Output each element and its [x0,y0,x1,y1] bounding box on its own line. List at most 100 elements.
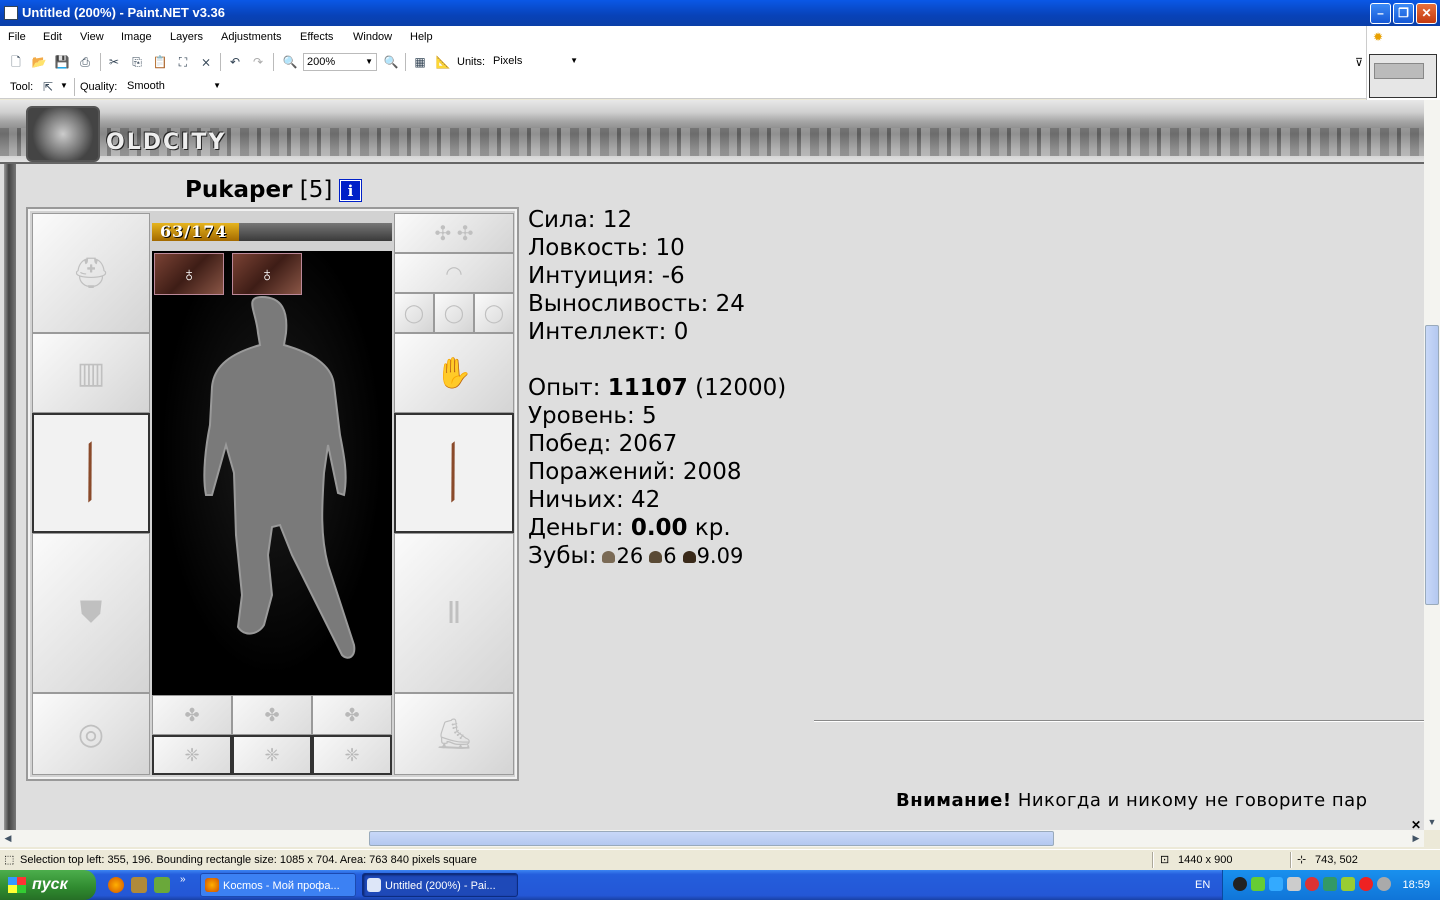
menu-image[interactable]: Image [121,31,152,43]
legs-slot[interactable]: Ⅱ [394,533,514,693]
quality-combo[interactable]: Smooth ▼ [124,78,224,96]
charm-slot-2[interactable]: ♁ [232,253,302,295]
copy-icon[interactable]: ⎘ [129,54,145,70]
language-indicator[interactable]: EN [1195,870,1210,900]
vertical-scrollbar[interactable]: ▼ [1424,100,1440,830]
menu-window[interactable]: Window [353,31,392,43]
start-button[interactable]: пуск [0,870,96,900]
zoom-in-icon[interactable]: 🔍 [383,54,399,70]
menu-view[interactable]: View [80,31,104,43]
quality-value: Smooth [127,80,165,92]
menu-layers[interactable]: Layers [170,31,203,43]
title-bar[interactable]: Untitled (200%) - Paint.NET v3.36 – ❐ ✕ [0,0,1440,26]
quicklaunch-app-icon[interactable] [131,877,147,893]
bracers-slot[interactable]: ▥ [32,333,150,413]
windows-taskbar: пуск » Kocmos - Мой профа... Untitled (2… [0,870,1440,900]
deselect-icon[interactable]: ⨯ [198,54,214,70]
ring-slot-1[interactable]: ◯ [394,293,434,333]
teeth-dark-count: 9.09 [696,544,744,568]
ring-slot-a2[interactable]: ✤ [232,695,312,735]
character-level: [5] [299,177,333,203]
gloves-slot[interactable]: ✋ [394,333,514,413]
rune-slot-3[interactable]: ❈ [312,735,392,775]
close-image-icon[interactable]: ✕ [1411,818,1421,832]
belt-slot[interactable]: ◎ [32,693,150,775]
move-selection-tool-icon[interactable]: ⇱ [40,79,56,95]
task-label: Untitled (200%) - Pai... [385,880,496,892]
tray-app-icon[interactable] [1287,877,1301,891]
boots-slot[interactable]: ⛸ [394,693,514,775]
chevron-down-icon: ▼ [570,56,578,65]
stats-spacer [528,346,786,374]
close-button[interactable]: ✕ [1416,3,1437,24]
crutch-weapon-icon: ⟋ [53,433,129,512]
chevron-down-icon[interactable]: ▼ [60,81,68,90]
cut-icon[interactable]: ✂ [106,54,122,70]
menu-adjustments[interactable]: Adjustments [221,31,282,43]
charm-slot-1[interactable]: ♁ [154,253,224,295]
pin-icon[interactable]: ⊽ [1355,56,1363,69]
paste-icon[interactable]: 📋 [152,54,168,70]
zoom-out-icon[interactable]: 🔍 [282,54,298,70]
stat-draws: Ничьих: 42 [528,487,661,513]
ring-slot-a3[interactable]: ✤ [312,695,392,735]
grid-icon[interactable]: ▦ [412,54,428,70]
task-button-browser[interactable]: Kocmos - Мой профа... [200,873,356,897]
necklace-slot[interactable]: ◠ [394,253,514,293]
quicklaunch-app-icon[interactable] [154,877,170,893]
print-icon[interactable]: ⎙ [77,54,93,70]
tray-blocked-icon[interactable] [1233,877,1247,891]
stat-teeth: Зубы: 26 6 9.09 [528,542,786,570]
clock[interactable]: 18:59 [1402,870,1430,900]
rulers-icon[interactable]: 📐 [435,54,451,70]
ring-slot-3[interactable]: ◯ [474,293,514,333]
menu-effects[interactable]: Effects [300,31,333,43]
vertical-scroll-thumb[interactable] [1425,325,1439,605]
rune-icon: ❈ [264,744,280,765]
scroll-right-icon[interactable]: ▶ [1408,831,1424,846]
ring-slot-a1[interactable]: ✤ [152,695,232,735]
chevron-more-icon[interactable]: » [180,874,186,885]
zoom-combo[interactable]: 200% ▼ [303,53,377,71]
tray-app-icon[interactable] [1251,877,1265,891]
scroll-down-icon[interactable]: ▼ [1424,814,1440,830]
status-divider [1152,852,1154,868]
horizontal-scrollbar[interactable]: ◀ ▶ [0,830,1424,847]
scroll-left-icon[interactable]: ◀ [0,831,16,846]
open-icon[interactable]: 📂 [31,54,47,70]
rune-slot-2[interactable]: ❈ [232,735,312,775]
save-icon[interactable]: 💾 [54,54,70,70]
image-canvas[interactable]: OLDCITY Pukaper [5] i ⛑ ▥ ⟋ ⛊ ◎ 63/174 ♁… [0,100,1424,830]
undo-icon[interactable]: ↶ [227,54,243,70]
menu-edit[interactable]: Edit [43,31,62,43]
new-icon[interactable]: 🗋 [8,54,24,70]
tray-alert-icon[interactable] [1359,877,1373,891]
armor-icon: ⛊ [79,596,103,629]
firefox-icon[interactable] [108,877,124,893]
tray-app-icon[interactable] [1377,877,1391,891]
tray-app-icon[interactable] [1341,877,1355,891]
navigator-thumbnail[interactable]: ✹ ⊽ [1355,26,1440,100]
helmet-slot[interactable]: ⛑ [32,213,150,333]
redo-icon[interactable]: ↷ [250,54,266,70]
horizontal-scroll-thumb[interactable] [369,831,1054,846]
rune-slot-1[interactable]: ❈ [152,735,232,775]
units-combo[interactable]: Pixels ▼ [490,53,581,71]
earrings-slot[interactable]: ✣ ✣ [394,213,514,253]
restore-button[interactable]: ❐ [1393,3,1414,24]
menu-file[interactable]: File [8,31,26,43]
separator [405,53,406,71]
weapon-left-slot[interactable]: ⟋ [32,413,150,533]
weapon-right-slot[interactable]: ⟋ [394,413,514,533]
window-title: Untitled (200%) - Paint.NET v3.36 [22,5,225,20]
tray-network-icon[interactable] [1269,877,1283,891]
crop-icon[interactable]: ⛶ [175,54,191,70]
tray-speaker-icon[interactable] [1305,877,1319,891]
armor-slot[interactable]: ⛊ [32,533,150,693]
menu-help[interactable]: Help [410,31,433,43]
minimize-button[interactable]: – [1370,3,1391,24]
ring-slot-2[interactable]: ◯ [434,293,474,333]
info-icon[interactable]: i [339,179,362,202]
task-button-paintnet[interactable]: Untitled (200%) - Pai... [362,873,518,897]
tray-app-icon[interactable] [1323,877,1337,891]
